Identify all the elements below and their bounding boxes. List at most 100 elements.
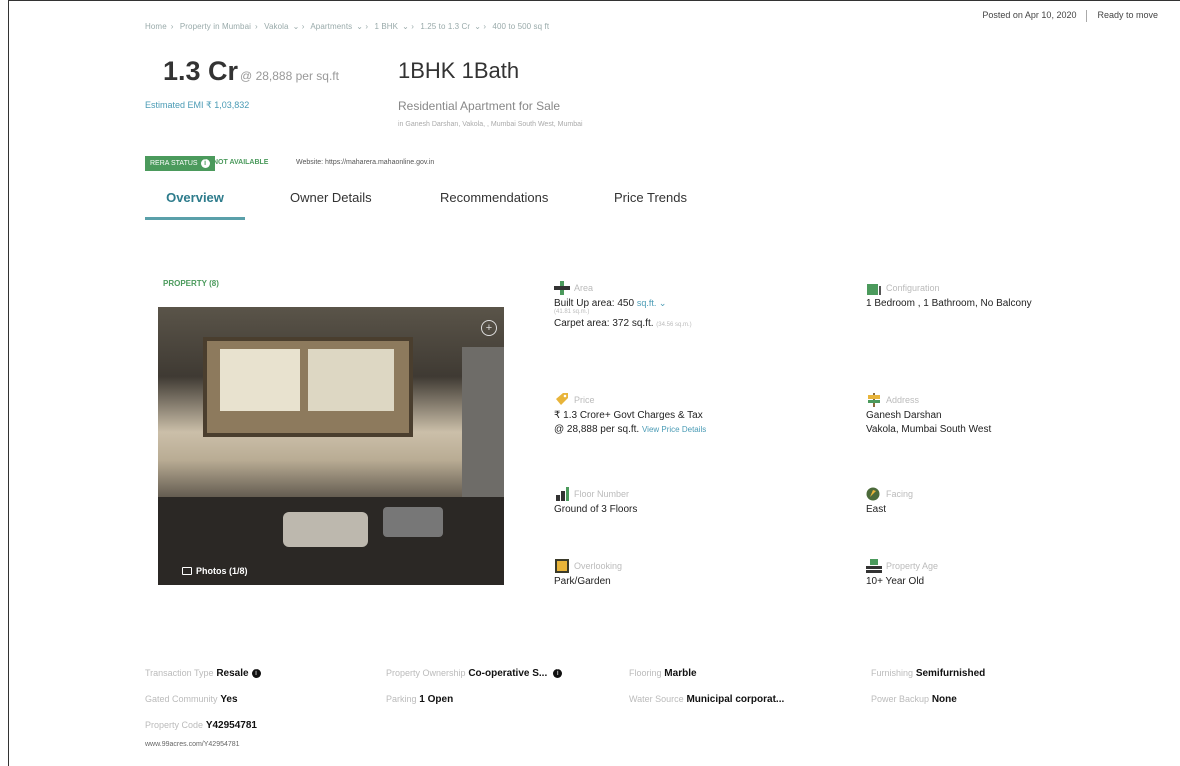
facing-value: East <box>866 504 887 515</box>
estimated-emi[interactable]: Estimated EMI ₹ 1,03,832 <box>145 100 249 111</box>
breadcrumb: Home › Property in Mumbai › Vakola ⌄ › Apar… <box>145 22 550 31</box>
info-icon[interactable]: i <box>251 668 261 678</box>
water-source-value: Municipal corporat... <box>686 694 785 705</box>
compass-icon <box>866 487 880 501</box>
price-value: ₹ 1.3 Crore+ Govt Charges & Tax <box>554 410 703 421</box>
possession-status: Ready to move <box>1097 10 1158 20</box>
property-age-value: 10+ Year Old <box>866 576 925 587</box>
tab-overview[interactable]: Overview <box>145 190 245 220</box>
posted-date: Posted on Apr 10, 2020 <box>982 10 1077 20</box>
flooring: Flooring Marble <box>629 668 697 679</box>
tab-owner-details[interactable]: Owner Details <box>290 190 372 217</box>
price-amount: 1.3 Cr <box>163 56 239 86</box>
breadcrumb-item[interactable]: Apartments <box>310 22 352 31</box>
signpost-icon <box>868 393 880 407</box>
photo-window <box>220 349 300 411</box>
photo-sink <box>383 507 443 537</box>
breadcrumb-item[interactable]: 1.25 to 1.3 Cr <box>420 22 470 31</box>
parking-key: Parking <box>386 694 417 704</box>
info-icon[interactable]: i <box>553 668 563 678</box>
furnishing-key: Furnishing <box>871 668 914 678</box>
water-source-key: Water Source <box>629 694 684 704</box>
address-line2: Vakola, Mumbai South West <box>866 424 992 435</box>
photo-pot <box>283 512 368 547</box>
rera-status-value: NOT AVAILABLE <box>213 159 269 166</box>
price-block: 1.3 Cr @ 28,888 per sq.ft <box>163 56 339 87</box>
configuration-detail: Configuration 1 Bedroom , 1 Bathroom, No… <box>866 281 1032 309</box>
furnishing-value: Semifurnished <box>915 668 986 679</box>
address-detail: Address Ganesh Darshan Vakola, Mumbai So… <box>866 393 991 435</box>
breadcrumb-item[interactable]: Property in Mumbai <box>180 22 251 31</box>
breadcrumb-item[interactable]: 400 to 500 sq ft <box>492 22 549 31</box>
address-label: Address <box>886 395 920 405</box>
area-icon <box>554 281 570 295</box>
price-per-sqft-detail: @ 28,888 per sq.ft. <box>554 424 640 435</box>
property-url[interactable]: www.99acres.com/Y42954781 <box>145 741 240 748</box>
tab-price-trends[interactable]: Price Trends <box>614 190 687 217</box>
floor-detail: Floor Number Ground of 3 Floors <box>554 487 637 515</box>
water-source: Water Source Municipal corporat... <box>629 694 784 705</box>
rera-website-link[interactable]: Website: https://maharera.mahaonline.gov… <box>296 159 434 166</box>
gated-community-key: Gated Community <box>145 694 218 704</box>
configuration-value: 1 Bedroom , 1 Bathroom, No Balcony <box>866 298 1032 309</box>
overlooking-detail: Overlooking Park/Garden <box>554 559 622 587</box>
floor-icon <box>556 487 569 501</box>
breadcrumb-item[interactable]: 1 BHK <box>374 22 398 31</box>
facing-label: Facing <box>886 489 914 499</box>
transaction-type-key: Transaction Type <box>145 668 214 678</box>
overlooking-label: Overlooking <box>574 561 623 571</box>
flooring-value: Marble <box>664 668 697 679</box>
area-label: Area <box>574 283 594 293</box>
price-per-sqft: @ 28,888 per sq.ft <box>240 69 339 83</box>
carpet-sqm: (34.56 sq.m.) <box>656 322 692 328</box>
facing-detail: Facing East <box>866 487 913 515</box>
built-up-area: Built Up area: 450 <box>554 298 635 309</box>
built-up-sqm: (41.81 sq.m.) <box>554 309 590 315</box>
breadcrumb-item[interactable]: Home <box>145 22 167 31</box>
power-backup-value: None <box>931 694 957 705</box>
tab-recommendations[interactable]: Recommendations <box>440 190 548 217</box>
property-photo[interactable] <box>158 307 504 585</box>
rera-status-badge: RERA STATUS i <box>145 156 215 171</box>
configuration-icon <box>867 284 881 295</box>
photos-count-button[interactable]: Photos (1/8) <box>182 566 248 576</box>
posted-info: Posted on Apr 10, 2020 Ready to move <box>982 10 1158 22</box>
price-detail: Price ₹ 1.3 Crore+ Govt Charges & Tax @ … <box>554 393 706 435</box>
property-age-detail: Property Age 10+ Year Old <box>866 559 938 587</box>
property-code-value: Y42954781 <box>205 720 257 731</box>
price-label: Price <box>574 395 595 405</box>
area-unit-select[interactable]: sq.ft. ⌄ <box>637 298 667 308</box>
zoom-icon[interactable]: + <box>481 320 497 336</box>
building-age-icon <box>866 559 882 573</box>
property-age-label: Property Age <box>886 561 939 571</box>
listing-title: 1BHK 1Bath <box>398 58 520 83</box>
listing-subtitle: Residential Apartment for Sale <box>398 99 561 113</box>
gated-community-value: Yes <box>220 694 238 705</box>
address-line1: Ganesh Darshan <box>866 410 942 421</box>
transaction-type-value: Resale <box>216 668 249 679</box>
price-tag-icon <box>556 393 568 405</box>
carpet-area: Carpet area: 372 sq.ft. <box>554 318 654 329</box>
transaction-type: Transaction Type Resale i <box>145 668 261 679</box>
configuration-label: Configuration <box>886 283 940 293</box>
power-backup: Power Backup None <box>871 694 957 705</box>
gated-community: Gated Community Yes <box>145 694 238 705</box>
property-ownership: Property Ownership Co-operative S... i <box>386 668 563 679</box>
photo-window <box>308 349 394 411</box>
furnishing: Furnishing Semifurnished <box>871 668 985 679</box>
listing-location: in Ganesh Darshan, Vakola, , Mumbai Sout… <box>398 121 583 128</box>
power-backup-key: Power Backup <box>871 694 930 704</box>
breadcrumb-item[interactable]: Vakola <box>264 22 288 31</box>
property-code-key: Property Code <box>145 720 204 730</box>
photos-count-label: Photos (1/8) <box>196 566 248 576</box>
info-icon[interactable]: i <box>200 159 210 168</box>
view-price-details-link[interactable]: View Price Details <box>642 425 706 434</box>
ownership-key: Property Ownership <box>386 668 466 678</box>
overlooking-icon <box>555 559 569 573</box>
property-code: Property Code Y42954781 <box>145 720 257 731</box>
divider <box>1086 10 1088 22</box>
floor-label: Floor Number <box>574 489 630 499</box>
flooring-key: Flooring <box>629 668 662 678</box>
ownership-value: Co-operative S... <box>468 668 548 679</box>
parking-value: 1 Open <box>419 694 454 705</box>
